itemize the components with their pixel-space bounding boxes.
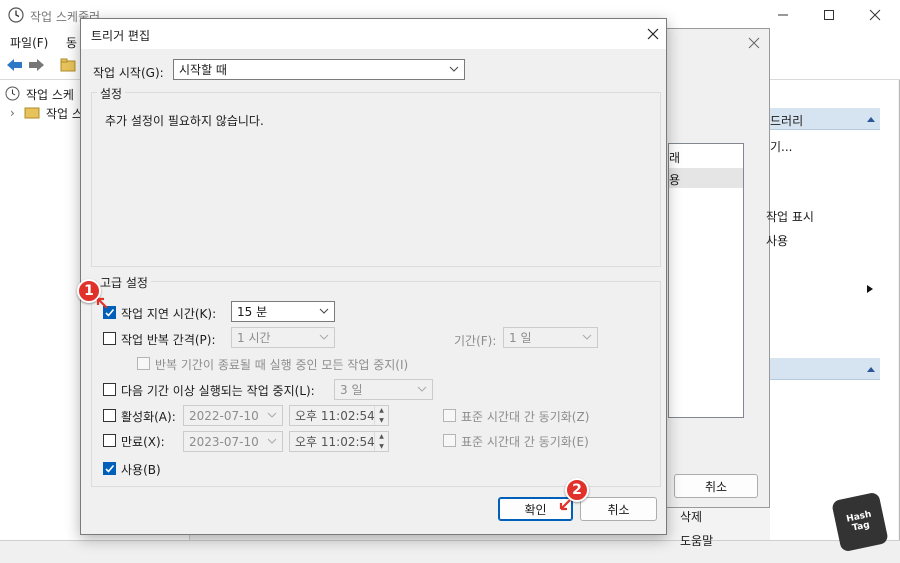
spin-up-icon[interactable]: ▲ xyxy=(375,406,388,416)
actions-header-2[interactable] xyxy=(770,358,880,380)
chevron-down-icon xyxy=(417,386,427,392)
folder-icon xyxy=(24,107,40,119)
chevron-down-icon xyxy=(319,308,329,314)
spin-down-icon[interactable]: ▼ xyxy=(375,442,388,452)
stop-all-label: 반복 기간이 종료될 때 실행 중인 모든 작업 중지(I) xyxy=(155,358,409,372)
repeat-select[interactable]: 1 시간 xyxy=(231,327,335,348)
close-icon xyxy=(869,9,881,21)
chevron-down-icon xyxy=(267,438,277,444)
close-main-button[interactable] xyxy=(852,0,898,30)
tree-root[interactable]: 작업 스케 xyxy=(26,86,74,103)
activate-sync-label: 표준 시간대 간 동기화(Z) xyxy=(461,410,590,424)
hashtag-watermark: Hash Tag xyxy=(831,491,889,553)
dialog-titlebar: 트리거 편집 xyxy=(81,19,666,49)
action-item[interactable]: 작업 표시 xyxy=(766,208,814,225)
pointer-arrow-icon xyxy=(96,297,108,309)
forward-arrow-icon[interactable] xyxy=(28,57,46,73)
settings-text: 추가 설정이 필요하지 않습니다. xyxy=(105,114,264,128)
action-item[interactable]: 삭제 xyxy=(680,508,702,525)
activate-sync-checkbox[interactable] xyxy=(443,409,456,422)
action-item[interactable]: 도움말 xyxy=(680,532,713,549)
stop-all-checkbox[interactable] xyxy=(137,357,150,370)
stop-longer-checkbox[interactable] xyxy=(103,383,116,396)
collapse-icon xyxy=(867,117,875,122)
expire-checkbox[interactable] xyxy=(103,434,116,447)
chevron-down-icon xyxy=(267,412,277,418)
tree-expander-icon[interactable]: › xyxy=(10,106,15,120)
time-spinner[interactable]: ▲ ▼ xyxy=(374,432,388,451)
activate-date-picker[interactable]: 2022-07-10 xyxy=(183,405,283,426)
stop-longer-select[interactable]: 3 일 xyxy=(334,379,433,400)
repeat-label: 작업 반복 간격(P): xyxy=(121,333,216,347)
stop-longer-label: 다음 기간 이상 실행되는 작업 중지(L): xyxy=(121,384,315,398)
dialog-title: 트리거 편집 xyxy=(91,29,151,43)
activate-time-input[interactable]: 오후 11:02:54 ▲ ▼ xyxy=(289,405,389,426)
dialog2-cancel-button[interactable]: 취소 xyxy=(674,474,758,498)
activate-label: 활성화(A): xyxy=(121,410,176,424)
start-task-label: 작업 시작(G): xyxy=(93,66,164,80)
maximize-icon xyxy=(824,10,834,20)
collapse-icon xyxy=(867,367,875,372)
delay-label: 작업 지연 시간(K): xyxy=(121,307,217,321)
expire-sync-checkbox[interactable] xyxy=(443,434,456,447)
expire-label: 만료(X): xyxy=(121,435,165,449)
chevron-down-icon xyxy=(449,66,459,72)
cancel-button[interactable]: 취소 xyxy=(580,497,657,521)
tree-library[interactable]: 작업 스 xyxy=(46,105,83,122)
list-item[interactable]: 용 xyxy=(669,168,743,188)
start-task-select[interactable]: 시작할 때 xyxy=(173,59,465,80)
close-icon[interactable] xyxy=(647,28,659,40)
menu-action[interactable]: 동 xyxy=(66,34,77,51)
advanced-group-title: 고급 설정 xyxy=(97,274,151,291)
time-spinner[interactable]: ▲ ▼ xyxy=(374,406,388,425)
duration-select[interactable]: 1 일 xyxy=(503,327,598,348)
settings-group-title: 설정 xyxy=(97,85,126,102)
maximize-button[interactable] xyxy=(806,0,852,30)
enabled-checkbox[interactable] xyxy=(103,462,116,475)
activate-checkbox[interactable] xyxy=(103,409,116,422)
minimize-icon xyxy=(778,14,788,16)
minimize-button[interactable] xyxy=(760,0,806,30)
actions-header[interactable]: 드러리 xyxy=(770,108,880,130)
repeat-checkbox[interactable] xyxy=(103,332,116,345)
enabled-label: 사용(B) xyxy=(121,463,161,477)
expire-date-picker[interactable]: 2023-07-10 xyxy=(183,431,283,452)
close-icon[interactable] xyxy=(748,37,760,49)
clock-icon xyxy=(5,86,20,101)
spin-down-icon[interactable]: ▼ xyxy=(375,416,388,426)
chevron-down-icon xyxy=(319,334,329,340)
spin-up-icon[interactable]: ▲ xyxy=(375,432,388,442)
submenu-arrow-icon xyxy=(867,285,873,293)
chevron-down-icon xyxy=(582,334,592,340)
action-item[interactable]: 사용 xyxy=(766,232,788,249)
clock-icon xyxy=(8,7,24,23)
edit-trigger-dialog: 트리거 편집 작업 시작(G): 시작할 때 설정 추가 설정이 필요하지 않습… xyxy=(80,18,667,535)
trigger-listbox[interactable]: 래 용 xyxy=(668,143,744,418)
expire-time-input[interactable]: 오후 11:02:54 ▲ ▼ xyxy=(289,431,389,452)
checkmark-icon xyxy=(105,464,115,473)
menu-file[interactable]: 파일(F) xyxy=(10,34,48,51)
delay-select[interactable]: 15 분 xyxy=(231,301,335,322)
expire-sync-label: 표준 시간대 간 동기화(E) xyxy=(461,435,589,449)
back-arrow-icon[interactable] xyxy=(5,57,23,73)
folder-icon[interactable] xyxy=(60,57,76,73)
action-item[interactable]: 기... xyxy=(770,138,792,155)
pointer-arrow-icon xyxy=(559,499,571,511)
statusbar xyxy=(0,540,900,563)
duration-label: 기간(F): xyxy=(454,334,497,348)
list-item[interactable]: 래 xyxy=(669,146,743,166)
